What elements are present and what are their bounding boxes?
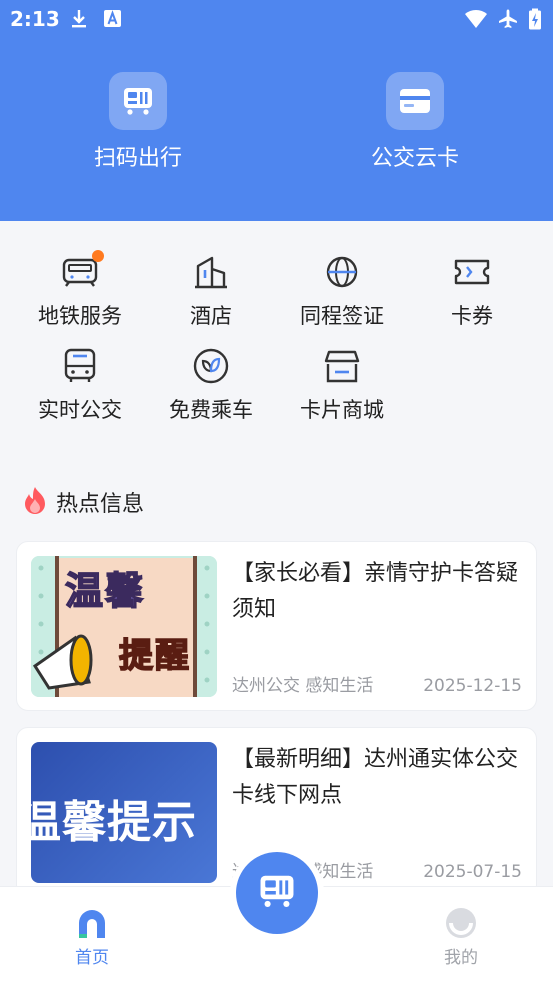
battery-charging-icon <box>528 8 550 30</box>
news-thumbnail: 温馨提示 <box>31 742 217 883</box>
grid-item-card-store[interactable]: 卡片商城 <box>277 346 407 424</box>
tab-home-label: 首页 <box>75 948 109 968</box>
news-title: 【家长必看】亲情守护卡答疑须知 <box>232 561 519 622</box>
tab-home[interactable]: 首页 <box>52 905 132 968</box>
bus-cloud-card-button[interactable]: 公交云卡 <box>345 72 485 172</box>
card-icon <box>386 72 444 130</box>
grid-item-label: 卡片商城 <box>300 398 384 422</box>
home-icon <box>52 905 132 939</box>
header-banner: 2:13 扫码出行 公交云卡 <box>0 0 553 221</box>
grid-item-hotel[interactable]: 酒店 <box>146 252 276 330</box>
metro-icon <box>60 250 104 292</box>
grid-item-coupon[interactable]: 卡券 <box>407 252 537 330</box>
thumbnail-text: 温馨提示 <box>31 797 197 848</box>
download-icon <box>68 8 90 30</box>
news-source: 达州公交 感知生活 <box>232 676 374 696</box>
grid-item-label: 实时公交 <box>38 398 122 422</box>
flame-icon <box>22 485 48 519</box>
thumbnail-text: 提醒 <box>118 635 191 677</box>
hot-info-heading: 热点信息 <box>22 486 144 518</box>
scan-to-ride-button[interactable]: 扫码出行 <box>68 72 208 172</box>
grid-item-label: 酒店 <box>190 304 232 328</box>
grid-item-label: 卡券 <box>451 304 493 328</box>
globe-icon <box>322 252 362 292</box>
scan-bus-icon <box>257 872 297 914</box>
bus-cloud-card-label: 公交云卡 <box>370 146 459 171</box>
grid-item-visa[interactable]: 同程签证 <box>277 252 407 330</box>
airplane-icon <box>497 8 519 30</box>
coupon-icon <box>452 252 492 292</box>
scan-bus-icon <box>109 72 167 130</box>
wifi-icon <box>464 8 487 30</box>
grid-item-label: 免费乘车 <box>169 398 253 422</box>
hotel-icon <box>191 252 231 292</box>
grid-item-realtime-bus[interactable]: 实时公交 <box>15 346 145 424</box>
scan-fab-button[interactable] <box>236 852 318 934</box>
notification-dot <box>92 250 104 262</box>
status-time: 2:13 <box>10 7 60 31</box>
profile-icon <box>421 905 501 939</box>
thumbnail-text: 温馨 <box>64 568 146 614</box>
grid-item-label: 地铁服务 <box>38 304 122 328</box>
news-card[interactable]: 温馨 提醒 【家长必看】亲情守护卡答疑须知 达州公交 感知生活 2025-12-… <box>16 541 537 711</box>
scan-to-ride-label: 扫码出行 <box>93 146 182 171</box>
news-thumbnail: 温馨 提醒 <box>31 556 217 697</box>
news-title: 【最新明细】达州通实体公交卡线下网点 <box>232 747 519 808</box>
news-date: 2025-07-15 <box>423 862 522 882</box>
news-date: 2025-12-15 <box>423 676 522 696</box>
hot-info-title: 热点信息 <box>56 492 145 517</box>
tab-mine[interactable]: 我的 <box>421 905 501 968</box>
bus-icon <box>60 346 100 386</box>
leaf-icon <box>191 346 231 386</box>
tab-mine-label: 我的 <box>444 948 478 968</box>
grid-item-metro[interactable]: 地铁服务 <box>15 250 145 330</box>
status-bar: 2:13 <box>0 0 553 38</box>
grid-item-free-ride[interactable]: 免费乘车 <box>146 346 276 424</box>
grid-item-label: 同程签证 <box>300 304 384 328</box>
text-a-icon <box>102 8 124 30</box>
store-icon <box>322 346 362 386</box>
